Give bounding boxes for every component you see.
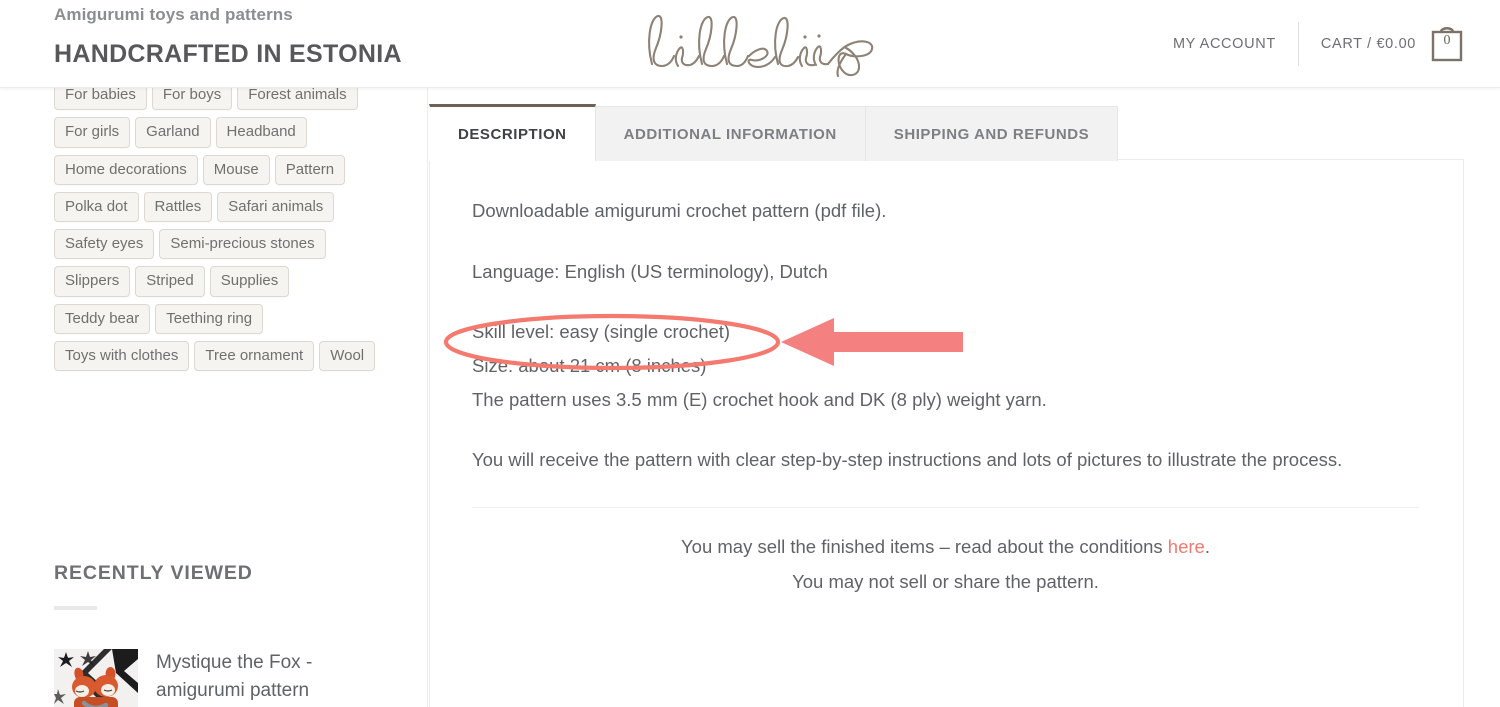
site-logo[interactable] [636,4,876,82]
product-tag[interactable]: Teddy bear [54,303,151,334]
licence-line-1: You may sell the finished items – read a… [472,530,1419,564]
product-tag[interactable]: Striped [135,266,205,297]
description-specs: Skill level: easy (single crochet) Size:… [472,315,1419,416]
licence-notice: You may sell the finished items – read a… [472,530,1419,599]
sidebar: For babies For boys Forest animals For girl… [0,88,428,707]
tab-description[interactable]: DESCRIPTION [429,104,596,161]
tab-additional-information[interactable]: ADDITIONAL INFORMATION [594,106,866,161]
panel-divider [472,507,1419,509]
conditions-link[interactable]: here [1168,536,1205,557]
cart-total-label: CART / €0.00 [1320,36,1416,52]
product-tag[interactable]: Slippers [54,266,131,297]
product-tag[interactable]: Rattles [143,191,213,222]
site-tagline: Amigurumi toys and patterns [54,5,293,24]
shopping-bag-icon[interactable]: 0 [1430,24,1464,64]
product-tag[interactable]: Polka dot [54,191,139,222]
product-tag[interactable]: Forest animals [237,88,358,111]
tab-list: DESCRIPTION ADDITIONAL INFORMATION SHIPPIN… [429,104,1119,161]
my-account-link[interactable]: MY ACCOUNT [1173,36,1298,52]
product-tag[interactable]: Tree ornament [194,340,315,371]
header-right-nav: MY ACCOUNT CART / €0.00 0 [1173,0,1464,88]
recently-viewed-product-name[interactable]: Mystique the Fox - amigurumi pattern [156,649,356,704]
product-tag[interactable]: Safety eyes [54,229,155,260]
product-tag[interactable]: For babies [54,88,147,111]
description-receive: You will receive the pattern with clear … [472,449,1343,471]
product-tag[interactable]: Headband [215,117,307,148]
product-tag-cloud: For babies For boys Forest animals For girl… [54,88,394,378]
recently-viewed-widget: RECENTLY VIEWED Mystique the Fox - amigu… [54,562,404,707]
product-tag[interactable]: For boys [151,88,233,111]
tab-shipping-and-refunds[interactable]: SHIPPING AND REFUNDS [864,106,1119,161]
product-tag[interactable]: Pattern [274,154,346,185]
product-tag[interactable]: Toys with clothes [54,340,190,371]
recently-viewed-title: RECENTLY VIEWED [54,562,253,584]
description-materials: The pattern uses 3.5 mm (E) crochet hook… [472,388,1047,410]
product-tag[interactable]: Semi-precious stones [159,229,326,260]
description-language: Language: English (US terminology), Dutc… [472,260,828,282]
description-intro: Downloadable amigurumi crochet pattern (… [472,200,887,221]
cart-count-badge: 0 [1443,33,1451,48]
product-tag[interactable]: Garland [135,117,211,148]
product-tag[interactable]: Wool [319,340,376,371]
list-item[interactable]: Mystique the Fox - amigurumi pattern [54,649,404,707]
cart-link[interactable]: CART / €0.00 0 [1299,24,1464,64]
licence-line-2: You may not sell or share the pattern. [792,570,1099,592]
product-tag[interactable]: For girls [54,117,131,148]
licence-line-1-text: You may sell the finished items – read a… [681,536,1168,558]
product-tabs-region: DESCRIPTION ADDITIONAL INFORMATION SHIPPIN… [428,88,1500,707]
licence-line-1-period: . [1204,536,1210,558]
product-tag[interactable]: Safari animals [217,191,335,222]
recently-viewed-underline [54,606,97,610]
product-tag[interactable]: Teething ring [155,303,264,334]
product-tag[interactable]: Home decorations [54,154,198,185]
site-title: HANDCRAFTED IN ESTONIA [54,40,402,68]
description-size: Size: about 21 cm (8 inches) [472,354,707,376]
site-header: Amigurumi toys and patterns HANDCRAFTED … [0,0,1500,88]
tab-panel-description: Downloadable amigurumi crochet pattern (… [429,159,1464,707]
description-skill-level: Skill level: easy (single crochet) [472,321,731,343]
product-tag[interactable]: Supplies [209,266,290,297]
product-tag[interactable]: Mouse [202,154,270,185]
product-thumbnail-fox[interactable] [54,649,138,707]
